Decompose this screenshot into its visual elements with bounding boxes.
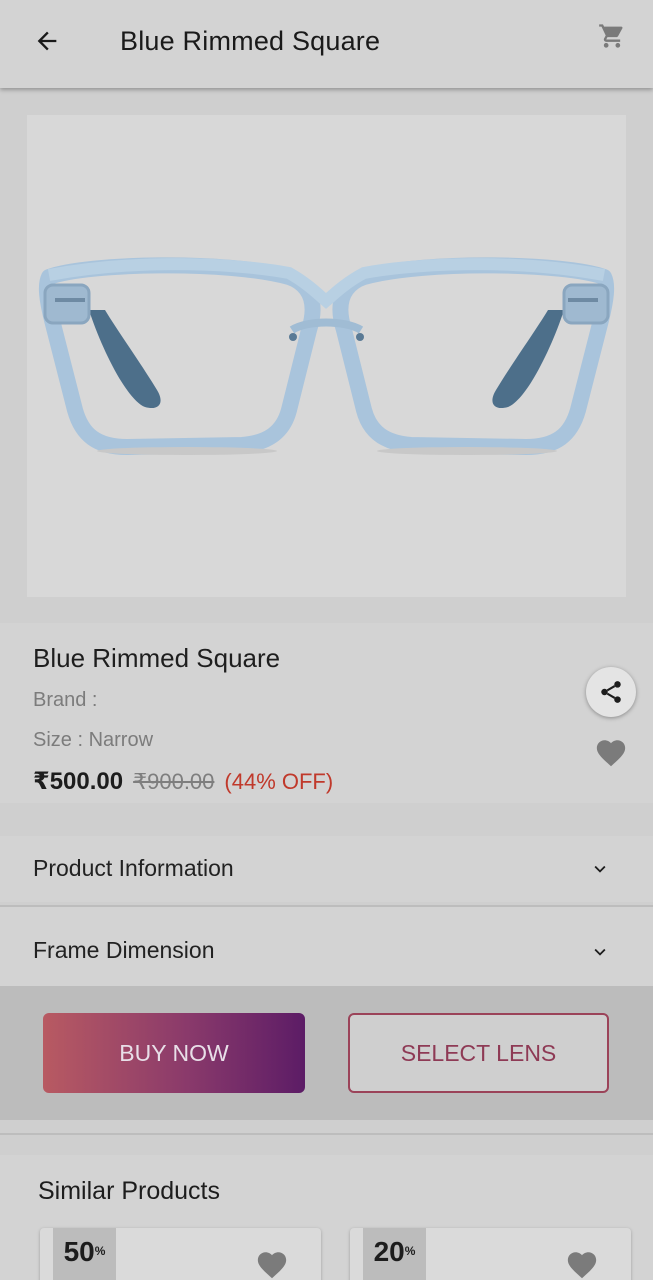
accordion-frame-dimension[interactable]: Frame Dimension [0, 905, 653, 986]
heart-icon [596, 740, 626, 767]
heart-icon[interactable] [254, 1248, 290, 1280]
accordion-label: Frame Dimension [33, 937, 215, 963]
price-row: ₹500.00 ₹900.00 (44% OFF) [33, 767, 333, 796]
discount-label: (44% OFF) [224, 769, 334, 794]
back-button[interactable] [30, 26, 64, 56]
buy-now-button[interactable]: BUY NOW [43, 1013, 305, 1093]
cart-icon [599, 24, 623, 48]
discount-badge: 20 % [363, 1228, 426, 1280]
similar-product-card[interactable]: 50 % [40, 1228, 321, 1280]
app-bar: Blue Rimmed Square [0, 0, 653, 88]
cart-button[interactable] [596, 20, 628, 52]
chevron-down-icon [594, 865, 606, 873]
discount-number: 50 [63, 1236, 95, 1267]
product-image[interactable] [27, 115, 626, 597]
discount-number: 20 [373, 1236, 405, 1267]
discount-badge: 50 % [53, 1228, 116, 1280]
page-title: Blue Rimmed Square [120, 26, 381, 56]
action-bar: BUY NOW SELECT LENS [0, 986, 653, 1120]
chevron-down-icon [594, 948, 606, 956]
similar-products-heading: Similar Products [38, 1177, 220, 1205]
share-icon [601, 681, 621, 703]
product-name: Blue Rimmed Square [33, 643, 281, 673]
arrow-left-icon [37, 31, 57, 51]
section-divider [0, 1133, 653, 1135]
product-brand: Brand : [33, 689, 98, 711]
similar-product-card[interactable]: 20 % [350, 1228, 631, 1280]
current-price: ₹500.00 [33, 768, 124, 795]
eyeglasses-image [38, 257, 615, 455]
wishlist-button[interactable] [592, 735, 630, 771]
product-info: Blue Rimmed Square Brand : Size : Narrow… [0, 623, 653, 803]
discount-unit: % [404, 1244, 416, 1258]
accordion-product-information[interactable]: Product Information [0, 836, 653, 902]
similar-products-section: Similar Products 50 % 20 % [0, 1155, 653, 1280]
select-lens-button[interactable]: SELECT LENS [348, 1013, 609, 1093]
original-price: ₹900.00 [133, 769, 215, 794]
heart-icon[interactable] [564, 1248, 600, 1280]
share-button[interactable] [586, 667, 636, 717]
discount-unit: % [94, 1244, 106, 1258]
product-size: Size : Narrow [33, 729, 154, 751]
accordion-label: Product Information [33, 855, 234, 881]
